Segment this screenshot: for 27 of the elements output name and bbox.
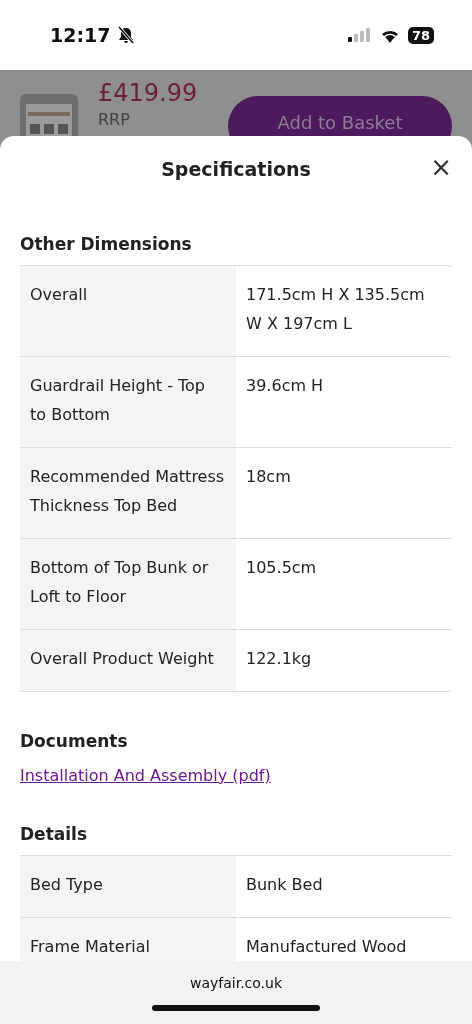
close-button[interactable]: × bbox=[430, 154, 452, 180]
status-time: 12:17 bbox=[50, 24, 111, 46]
signal-icon bbox=[347, 28, 372, 42]
spec-label: Overall Product Weight bbox=[20, 630, 236, 691]
spec-label: Frame Material bbox=[20, 918, 236, 961]
spec-value: 122.1kg bbox=[245, 648, 313, 670]
spec-value: 39.6cm H bbox=[245, 375, 325, 397]
section-title: Details bbox=[20, 823, 88, 846]
section-title: Other Dimensions bbox=[20, 233, 193, 256]
sheet-title: Specifications bbox=[161, 158, 311, 180]
spec-value: Manufactured Wood bbox=[245, 936, 408, 958]
rrp-label: RRP bbox=[98, 109, 131, 131]
spec-value: Bunk Bed bbox=[245, 874, 324, 896]
spec-label: Overall bbox=[20, 266, 236, 356]
spec-label: Recommended Mattress Thickness Top Bed bbox=[20, 448, 236, 538]
section-title: Documents bbox=[20, 730, 129, 753]
bell-muted-icon bbox=[118, 26, 135, 44]
spec-label: Guardrail Height - Top to Bottom bbox=[20, 357, 236, 447]
spec-label: Bed Type bbox=[20, 856, 236, 917]
document-link[interactable]: Installation And Assembly (pdf) bbox=[20, 762, 452, 785]
spec-label: Bottom of Top Bunk or Loft to Floor bbox=[20, 539, 236, 629]
product-price: £419.99 bbox=[98, 78, 199, 108]
spec-value: 105.5cm bbox=[245, 557, 318, 579]
url-text[interactable]: wayfair.co.uk bbox=[189, 975, 283, 991]
battery-level: 78 bbox=[407, 26, 434, 44]
spec-value: 171.5cm H X 135.5cm W X 197cm L bbox=[245, 284, 426, 335]
spec-value: 18cm bbox=[245, 466, 292, 488]
